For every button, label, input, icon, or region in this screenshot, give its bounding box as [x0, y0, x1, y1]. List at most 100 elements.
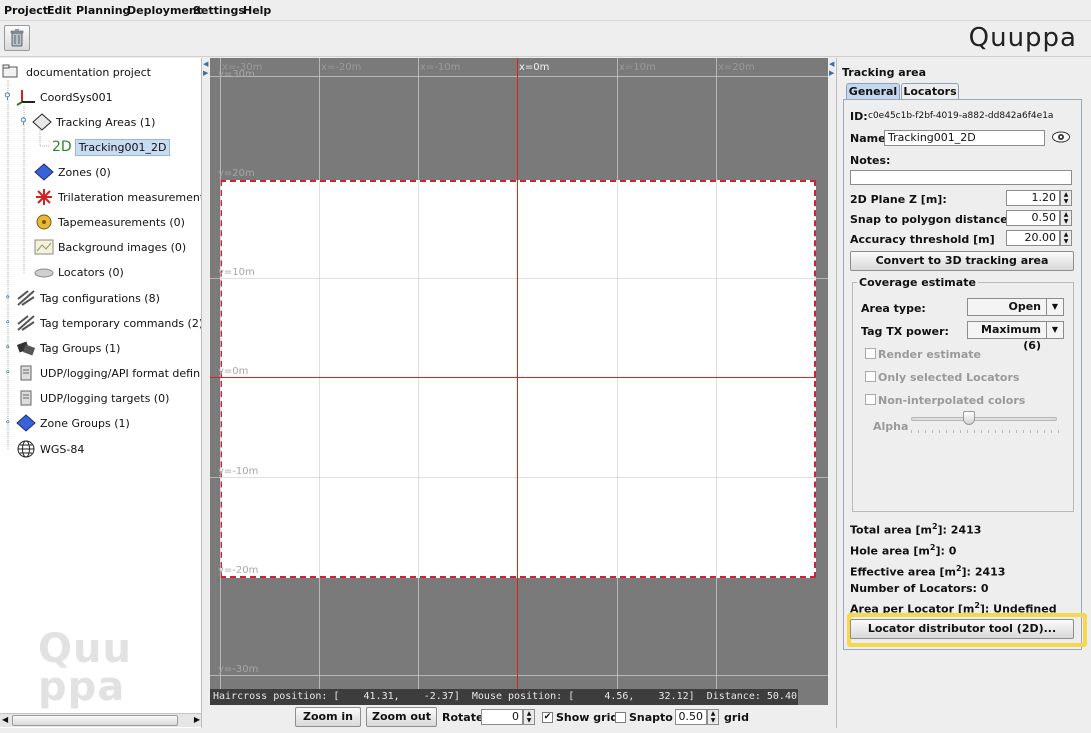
tracking-area-polygon[interactable] [220, 180, 816, 578]
collapse-arrow-icon[interactable]: ◀ [829, 60, 834, 68]
non-interpolated-checkbox[interactable] [865, 394, 876, 405]
rotate-field[interactable]: 0 [481, 709, 523, 725]
image-icon [34, 238, 54, 256]
zone-icon [34, 163, 54, 181]
only-selected-label: Only selected Locators [878, 371, 1020, 384]
toolbar: Quuppa [0, 21, 1091, 57]
name-field[interactable]: Tracking001_2D [884, 130, 1045, 146]
tree-item-zones[interactable]: Zones (0) [34, 162, 111, 182]
convert-3d-button[interactable]: Convert to 3D tracking area [850, 251, 1074, 271]
collapse-arrow-icon[interactable]: ◀ [203, 60, 208, 68]
tree-item-tapemeasurements[interactable]: Tapemeasurements (0) [34, 212, 185, 232]
watermark-line: Quu [38, 626, 132, 672]
plane-z-spinner[interactable]: ▲ ▼ [1060, 190, 1072, 206]
tree-label: documentation project [26, 65, 151, 79]
tree-horizontal-scrollbar[interactable]: ◀ ▶ [0, 713, 201, 727]
tag-config-icon [16, 289, 36, 307]
tree-item-trilateration[interactable]: Trilateration measurements (0 [34, 187, 201, 207]
expand-handle[interactable]: ⚬ [4, 419, 12, 428]
tx-power-select[interactable]: Maximum (6) ▼ [967, 321, 1064, 352]
grid-line [418, 58, 419, 705]
rotate-spinner[interactable]: ▲ ▼ [523, 709, 535, 725]
menu-help[interactable]: Help [243, 4, 271, 17]
y-tick-label: y=30m [218, 69, 255, 80]
tree-item-wgs84[interactable]: WGS-84 [16, 439, 84, 459]
alpha-slider-thumb[interactable] [963, 411, 976, 425]
area-type-select[interactable]: Open ▼ [967, 298, 1064, 316]
tree-item-udp-targets[interactable]: UDP/logging targets (0) [16, 388, 169, 408]
tree-item-zone-groups[interactable]: Zone Groups (1) [16, 413, 130, 433]
tag-group-icon [16, 339, 36, 357]
chevron-down-icon: ▼ [1046, 322, 1063, 338]
zoom-out-button[interactable]: Zoom out [366, 707, 437, 727]
tree-item-tracking-areas[interactable]: Tracking Areas (1) [32, 112, 155, 132]
snap-distance-field[interactable]: 0.50 [675, 709, 707, 725]
tab-locators[interactable]: Locators [901, 83, 959, 100]
delete-button[interactable] [4, 25, 30, 51]
accuracy-spinner[interactable]: ▲ ▼ [1060, 230, 1072, 246]
total-area-label: Total area [m [850, 523, 932, 537]
expand-handle[interactable]: ⚲ [4, 93, 11, 102]
show-grid-label: Show grid [556, 711, 619, 724]
locator-distributor-button[interactable]: Locator distributor tool (2D)... [850, 619, 1074, 639]
tree-item-locators[interactable]: Locators (0) [34, 262, 124, 282]
left-splitter[interactable]: ◀ ▶ [202, 58, 210, 728]
expand-handle[interactable]: ⚬ [4, 344, 12, 353]
snap-polygon-field[interactable]: 0.50 [1006, 210, 1060, 226]
menu-project[interactable]: Project [4, 4, 48, 17]
tree-item-tracking001[interactable]: 2D Tracking001_2D [52, 137, 171, 157]
visibility-toggle[interactable] [1051, 129, 1071, 148]
watermark-line: ppa [38, 664, 126, 710]
notes-field[interactable] [850, 170, 1072, 185]
tree-item-project[interactable]: documentation project [2, 62, 151, 82]
expand-arrow-icon[interactable]: ▶ [829, 69, 834, 77]
expand-handle[interactable]: ⚬ [4, 369, 12, 378]
scroll-right-arrow[interactable]: ▶ [194, 715, 200, 724]
tree-item-tag-configurations[interactable]: Tag configurations (8) [16, 288, 160, 308]
render-estimate-checkbox[interactable] [865, 348, 876, 359]
menu-edit[interactable]: Edit [47, 4, 71, 17]
expand-handle[interactable]: ⚲ [20, 118, 27, 127]
only-selected-checkbox[interactable] [865, 371, 876, 382]
chevron-down-icon: ▼ [1046, 299, 1063, 315]
coverage-title: Coverage estimate [857, 276, 978, 289]
bracket: ]: [935, 544, 945, 558]
tree-item-coordsys[interactable]: CoordSys001 [16, 87, 113, 107]
snap-spinner[interactable]: ▲ ▼ [707, 709, 719, 725]
right-splitter[interactable]: ◀ ▶ [828, 58, 836, 728]
hole-area-row: Hole area [m2]: 0 [850, 543, 956, 558]
menu-settings[interactable]: Settings [193, 4, 245, 17]
scroll-thumb[interactable] [12, 715, 178, 726]
accuracy-field[interactable]: 20.00 [1006, 230, 1060, 246]
alpha-slider-track[interactable] [911, 417, 1057, 421]
map-canvas[interactable]: x=-30m x=-20m x=-10m x=0m x=10m x=20m y=… [210, 58, 828, 705]
tree-label: Tag Groups (1) [40, 341, 121, 355]
tree-item-tag-groups[interactable]: Tag Groups (1) [16, 338, 120, 358]
grid-line [210, 675, 828, 676]
tab-general[interactable]: General [846, 83, 900, 100]
tree-item-udp-formats[interactable]: UDP/logging/API format definitions ( [16, 363, 201, 383]
menu-deployment[interactable]: Deployment [127, 4, 202, 17]
expand-arrow-icon[interactable]: ▶ [203, 69, 208, 77]
tree-item-tag-temp-commands[interactable]: Tag temporary commands (2) [16, 313, 201, 333]
plane-z-field[interactable]: 1.20 [1006, 190, 1060, 206]
grid-line [617, 58, 618, 705]
tree-label: CoordSys001 [40, 90, 113, 104]
snap-checkbox[interactable] [615, 712, 626, 723]
accuracy-label: Accuracy threshold [m] [850, 233, 995, 246]
tree-item-background-images[interactable]: Background images (0) [34, 237, 186, 257]
snap-polygon-spinner[interactable]: ▲ ▼ [1060, 210, 1072, 226]
menu-planning[interactable]: Planning [76, 4, 130, 17]
expand-handle[interactable]: ⚬ [4, 319, 12, 328]
panel-title: Tracking area [842, 66, 927, 79]
total-area-value: 2413 [950, 523, 982, 537]
y-axis-line [517, 58, 518, 705]
grid-line [210, 76, 828, 77]
zoom-in-button[interactable]: Zoom in [295, 707, 361, 727]
grid-line [210, 477, 828, 478]
scroll-left-arrow[interactable]: ◀ [2, 715, 8, 724]
expand-handle[interactable]: ⚬ [4, 294, 12, 303]
x-tick-label: x=20m [718, 62, 755, 73]
quuppa-logo: Quuppa [968, 23, 1077, 53]
show-grid-checkbox[interactable]: ✔ [542, 712, 553, 723]
